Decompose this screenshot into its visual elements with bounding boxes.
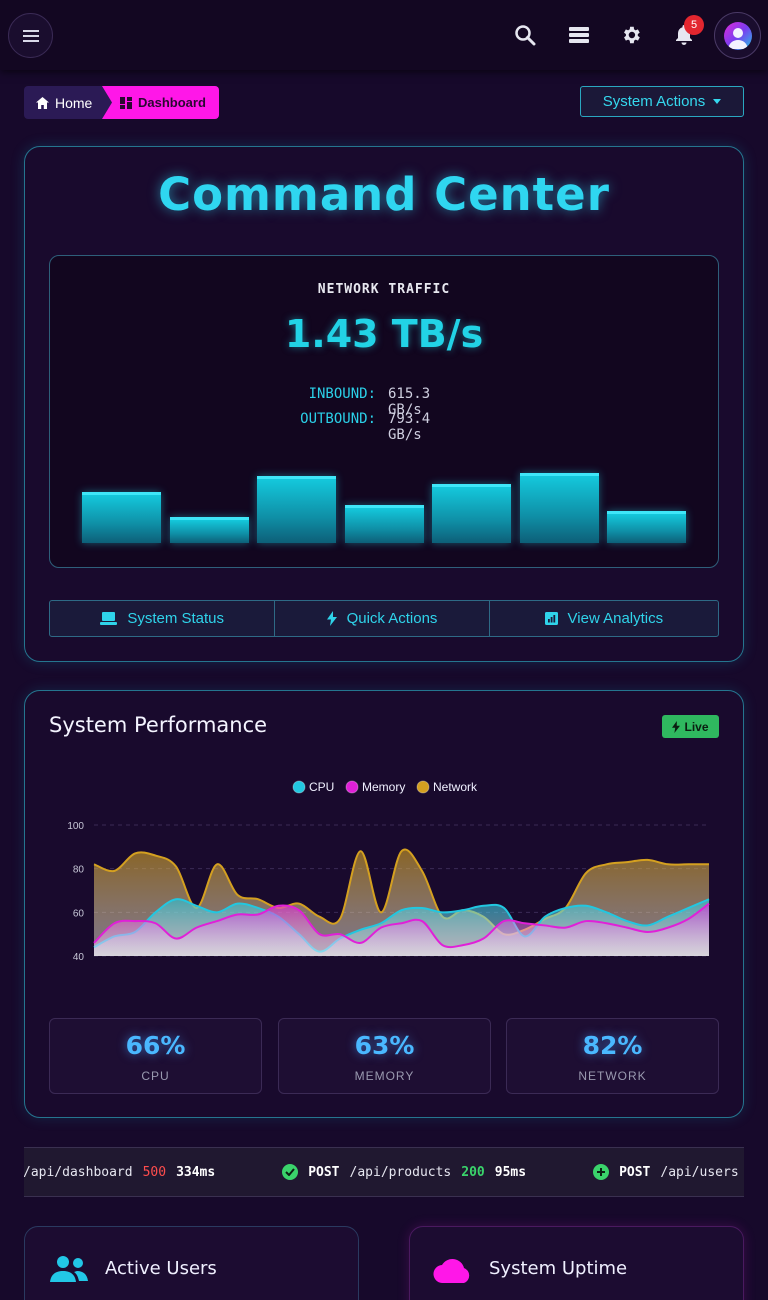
cloud-icon (433, 1256, 473, 1288)
traffic-bar (257, 476, 336, 543)
traffic-bar (169, 517, 249, 543)
api-log-ticker: /api/dashboard 500 334ms POST /api/produ… (24, 1147, 744, 1197)
quick-actions-label: Quick Actions (346, 610, 438, 627)
breadcrumb-dashboard[interactable]: Dashboard (102, 86, 219, 119)
y-tick-label: 40 (73, 952, 85, 963)
live-label: Live (684, 719, 709, 734)
memory-stat-label: MEMORY (354, 1069, 415, 1083)
traffic-bars (82, 470, 686, 543)
ticker-path: /api/dashboard (24, 1164, 133, 1180)
system-actions-label: System Actions (602, 93, 706, 110)
top-navbar: 5 (0, 0, 768, 70)
traffic-bar (607, 511, 686, 543)
network-traffic-value: 1.43 TB/s (284, 312, 484, 356)
legend-swatch[interactable] (345, 780, 359, 794)
outbound-value: 793.4 GB/s (388, 411, 431, 443)
ticker-status: 500 (142, 1164, 167, 1180)
ticker-item: POST /api/products 200 95ms (282, 1164, 526, 1180)
system-status-label: System Status (127, 610, 225, 627)
server-button[interactable] (566, 22, 592, 48)
ticker-row: /api/dashboard 500 334ms POST /api/produ… (24, 1148, 744, 1196)
outbound-label: OUTBOUND: (300, 411, 376, 427)
server-icon (569, 27, 589, 43)
laptop-icon (100, 612, 118, 625)
outbound-row: OUTBOUND: 793.4 GB/s (49, 411, 719, 443)
ticker-status: 200 (461, 1164, 485, 1180)
command-center-title: Command Center (158, 168, 610, 221)
search-icon (515, 25, 536, 46)
traffic-bar (519, 473, 599, 543)
plus-circle-icon (593, 1164, 610, 1180)
stat-card-network: 82% NETWORK (506, 1018, 719, 1094)
settings-button[interactable] (618, 22, 644, 48)
breadcrumb-home-label: Home (55, 94, 93, 111)
dashboard-icon (120, 96, 132, 109)
cpu-stat-label: CPU (141, 1069, 170, 1083)
system-status-button[interactable]: System Status (50, 601, 276, 636)
legend-label[interactable]: CPU (309, 780, 334, 794)
legend-label[interactable]: Network (433, 780, 478, 794)
bolt-icon (672, 720, 681, 733)
ticker-path: /api/products (349, 1164, 452, 1180)
bolt-icon (326, 611, 337, 626)
ticker-path: /api/users (660, 1164, 739, 1180)
legend-swatch[interactable] (292, 780, 306, 794)
notification-badge: 5 (684, 15, 704, 35)
view-analytics-button[interactable]: View Analytics (490, 601, 718, 636)
ticker-method: POST (619, 1164, 651, 1180)
network-traffic-label: NETWORK TRAFFIC (317, 282, 451, 297)
cpu-stat-value: 66% (125, 1031, 186, 1060)
stat-card-cpu: 66% CPU (49, 1018, 262, 1094)
ticker-item: /api/dashboard 500 334ms (24, 1165, 215, 1180)
view-analytics-label: View Analytics (567, 610, 664, 627)
check-circle-icon (282, 1164, 299, 1180)
gear-icon (624, 26, 640, 44)
live-badge: Live (662, 715, 719, 738)
quick-actions-button[interactable]: Quick Actions (275, 601, 490, 636)
chart-icon (544, 612, 558, 625)
breadcrumb-home[interactable]: Home (24, 86, 114, 119)
search-button[interactable] (512, 22, 538, 48)
caret-down-icon (713, 99, 722, 104)
user-avatar-icon (723, 21, 752, 50)
performance-title: System Performance (49, 713, 268, 737)
active-users-title: Active Users (105, 1258, 217, 1279)
command-button-group: System Status Quick Actions View Analyti… (49, 600, 719, 637)
ticker-method: POST (308, 1164, 340, 1180)
legend-label[interactable]: Memory (362, 780, 405, 794)
performance-chart: 40 60 80 100 CPU Memory Network (67, 780, 710, 963)
legend-swatch[interactable] (416, 780, 430, 794)
system-uptime-title: System Uptime (489, 1258, 628, 1279)
ticker-time: 95ms (494, 1164, 527, 1180)
stat-card-memory: 63% MEMORY (278, 1018, 491, 1094)
users-icon (50, 1254, 88, 1288)
menu-button[interactable] (8, 13, 53, 58)
memory-stat-value: 63% (354, 1031, 415, 1060)
system-actions-dropdown[interactable]: System Actions (580, 86, 744, 117)
menu-icon (22, 29, 39, 42)
home-icon (36, 96, 49, 109)
y-tick-label: 60 (73, 908, 85, 919)
traffic-bar (344, 505, 424, 543)
y-tick-label: 80 (73, 865, 85, 876)
breadcrumb-dashboard-label: Dashboard (138, 95, 206, 110)
traffic-bar (82, 492, 161, 543)
network-stat-label: NETWORK (578, 1069, 647, 1083)
traffic-bar (432, 484, 511, 543)
y-tick-label: 100 (67, 821, 84, 832)
ticker-time: 334ms (176, 1164, 216, 1180)
ticker-item: POST /api/users (593, 1164, 739, 1180)
avatar[interactable] (714, 12, 761, 59)
network-stat-value: 82% (582, 1031, 643, 1060)
